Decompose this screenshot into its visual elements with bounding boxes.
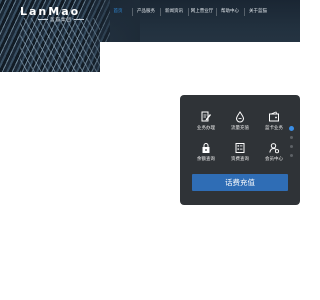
- nav-item-online-hall[interactable]: 网上营业厅: [188, 0, 216, 24]
- slider-dot[interactable]: [290, 145, 293, 148]
- service-tariff[interactable]: 资费查询: [224, 142, 256, 163]
- nav-item-help[interactable]: 帮助中心: [216, 0, 244, 24]
- logo-wordmark: LanMao: [20, 5, 81, 18]
- slider-dot[interactable]: [289, 126, 294, 131]
- traffic-drop-icon: [235, 111, 245, 123]
- member-person-icon: [269, 143, 280, 154]
- nav-divider: [188, 8, 189, 16]
- wallet-lock-icon: [202, 143, 210, 153]
- nav-item-news[interactable]: 新闻资讯: [160, 0, 188, 24]
- service-card[interactable]: 蓝卡业务: [258, 111, 290, 132]
- nav-divider: [160, 8, 161, 16]
- card-icon: [269, 111, 279, 122]
- service-business[interactable]: 业务办理: [190, 111, 222, 132]
- service-label: 余额查询: [197, 157, 215, 162]
- nav-divider: [132, 8, 133, 16]
- nav-divider: [244, 8, 245, 16]
- nav-item-about[interactable]: 关于蓝猫: [244, 0, 272, 24]
- service-label: 蓝卡业务: [265, 126, 283, 131]
- nav-divider: [216, 8, 217, 16]
- service-traffic[interactable]: 流量充值: [224, 111, 256, 132]
- slider-dot[interactable]: [290, 154, 293, 157]
- logo-subtitle: 蓝猫集团: [20, 18, 86, 24]
- service-balance[interactable]: 余额查询: [190, 142, 222, 163]
- list-document-icon: [235, 143, 245, 153]
- service-member[interactable]: 会员中心: [258, 142, 290, 163]
- service-label: 会员中心: [265, 157, 283, 162]
- nav-item-home[interactable]: 首页: [104, 0, 132, 24]
- slider-dot[interactable]: [290, 136, 293, 139]
- logo[interactable]: LanMao 蓝猫集团: [20, 6, 86, 24]
- hero-white-area: [100, 42, 300, 72]
- edit-document-icon: [201, 111, 211, 122]
- slider-pagination: [289, 126, 296, 163]
- recharge-button[interactable]: 话费充值: [192, 174, 288, 191]
- nav-item-products[interactable]: 产品服务: [132, 0, 160, 24]
- service-label: 流量充值: [231, 126, 249, 131]
- service-label: 资费查询: [231, 157, 249, 162]
- service-label: 业务办理: [197, 126, 215, 131]
